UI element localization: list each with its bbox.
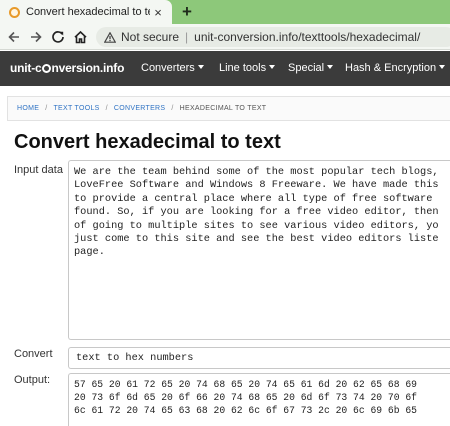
logo-o-icon bbox=[41, 64, 51, 73]
input-line: just come to this site and see the best … bbox=[74, 233, 439, 246]
logo-text-start: unit-c bbox=[10, 61, 42, 75]
breadcrumb-current: HEXADECIMAL TO TEXT bbox=[179, 105, 267, 112]
breadcrumb-converters[interactable]: CONVERTERS bbox=[114, 105, 166, 112]
breadcrumb: HOME / TEXT TOOLS / CONVERTERS / HEXADEC… bbox=[7, 96, 450, 121]
convert-mode-select[interactable]: text to hex numbers bbox=[68, 347, 450, 369]
input-line: page. bbox=[74, 246, 105, 259]
close-tab-icon[interactable]: × bbox=[150, 5, 166, 20]
input-line: LoveFree Software and Windows 8 Freeware… bbox=[74, 179, 439, 192]
tab-title: Convert hexadecimal to text - Co bbox=[26, 6, 150, 18]
input-line: to provide a central place where all typ… bbox=[74, 192, 433, 205]
output-line: 6c 61 72 20 74 65 63 68 20 62 6c 6f 67 7… bbox=[74, 405, 417, 417]
back-arrow-icon[interactable] bbox=[4, 27, 24, 47]
page-title: Convert hexadecimal to text bbox=[14, 131, 281, 153]
nav-hash-encryption[interactable]: Hash & Encryption bbox=[345, 62, 446, 74]
browser-toolbar: Not secure | unit-conversion.info/textto… bbox=[0, 24, 450, 50]
site-favicon-icon bbox=[9, 6, 20, 18]
new-tab-icon[interactable]: + bbox=[182, 3, 192, 20]
home-icon[interactable] bbox=[70, 27, 90, 47]
browser-tabstrip: Convert hexadecimal to text - Co × + bbox=[0, 0, 450, 24]
site-navbar: unit-c nversion.info Converters Line tool… bbox=[0, 51, 450, 86]
output-textarea[interactable]: 57 65 20 61 72 65 20 74 68 65 20 74 65 6… bbox=[68, 373, 450, 426]
site-logo[interactable]: unit-c nversion.info bbox=[10, 61, 124, 75]
chevron-down-icon bbox=[269, 65, 276, 69]
input-data-label: Input data bbox=[14, 164, 63, 176]
warning-icon bbox=[104, 31, 116, 43]
input-line: found. So, if you are looking for a free… bbox=[74, 206, 439, 219]
input-line: We are the team behind some of the most … bbox=[74, 166, 439, 178]
security-status[interactable]: Not secure bbox=[121, 30, 179, 44]
nav-converters[interactable]: Converters bbox=[141, 62, 204, 74]
convert-label: Convert bbox=[14, 348, 53, 360]
nav-special[interactable]: Special bbox=[288, 62, 334, 74]
chevron-down-icon bbox=[439, 65, 446, 69]
forward-arrow-icon[interactable] bbox=[26, 27, 46, 47]
logo-text-end: nversion.info bbox=[51, 61, 125, 75]
output-line: 20 73 6f 6d 65 20 6f 66 20 74 68 65 20 6… bbox=[74, 392, 417, 404]
nav-converters-label: Converters bbox=[141, 62, 195, 74]
nav-line-tools[interactable]: Line tools bbox=[219, 62, 276, 74]
output-line: 57 65 20 61 72 65 20 74 68 65 20 74 65 6… bbox=[74, 379, 417, 390]
address-bar[interactable]: Not secure | unit-conversion.info/textto… bbox=[96, 27, 450, 47]
chevron-down-icon bbox=[197, 65, 204, 69]
breadcrumb-text-tools[interactable]: TEXT TOOLS bbox=[53, 105, 99, 112]
reload-icon[interactable] bbox=[48, 27, 68, 47]
breadcrumb-separator: / bbox=[105, 105, 108, 112]
nav-line-tools-label: Line tools bbox=[219, 62, 267, 74]
breadcrumb-separator: / bbox=[45, 105, 48, 112]
address-separator: | bbox=[185, 30, 189, 44]
breadcrumb-home[interactable]: HOME bbox=[17, 105, 39, 112]
breadcrumb-separator: / bbox=[171, 105, 174, 112]
url-text[interactable]: unit-conversion.info/texttools/hexadecim… bbox=[194, 30, 420, 44]
input-data-textarea[interactable]: We are the team behind some of the most … bbox=[68, 160, 450, 340]
browser-tab[interactable]: Convert hexadecimal to text - Co × bbox=[0, 0, 172, 24]
input-line: of going to multiple sites to see variou… bbox=[74, 219, 439, 232]
chevron-down-icon bbox=[327, 65, 334, 69]
nav-special-label: Special bbox=[288, 62, 325, 74]
output-label: Output: bbox=[14, 374, 51, 386]
nav-hash-encryption-label: Hash & Encryption bbox=[345, 62, 437, 74]
